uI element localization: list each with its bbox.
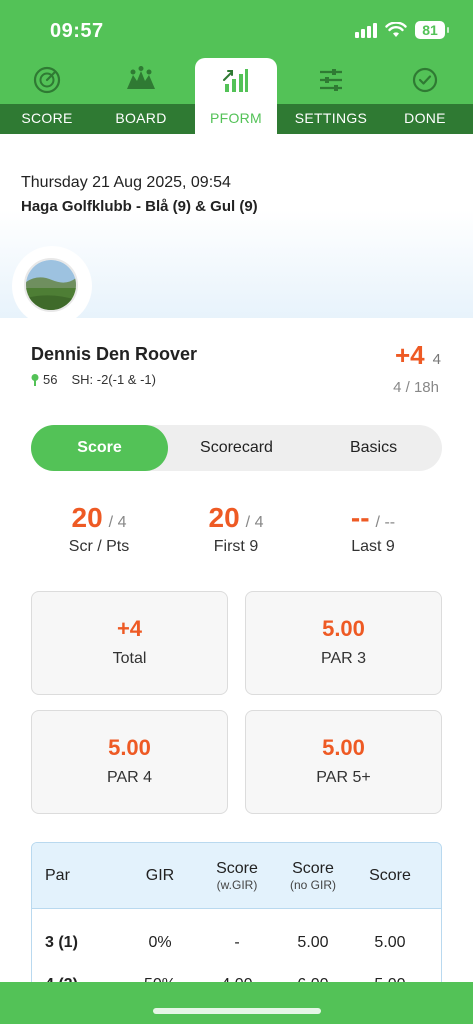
- player-name: Dennis Den Roover: [31, 344, 198, 364]
- round-date: Thursday 21 Aug 2025, 09:54: [21, 174, 231, 191]
- player-total: +4 4: [395, 340, 441, 371]
- tab-board[interactable]: BOARD: [95, 58, 187, 134]
- header-label: GIR: [145, 867, 175, 884]
- cellular-signal-icon: [355, 22, 377, 38]
- card-par-3: 5.00 PAR 3: [245, 591, 442, 695]
- cell-gir: 0%: [148, 934, 172, 951]
- tab-done[interactable]: DONE: [379, 58, 471, 134]
- tab-pform-label: PFORM: [209, 110, 263, 126]
- card-total: +4 Total: [31, 591, 228, 695]
- header-score-no-gir: Score (no GIR): [278, 843, 348, 909]
- player-score: +4: [395, 340, 425, 370]
- cell-score-no-gir: 5.00: [297, 934, 329, 951]
- card-label: PAR 4: [106, 769, 153, 786]
- table-header: Par GIR Score (w.GIR) Score (no GIR) Sco…: [32, 843, 441, 909]
- stat-value: 20: [208, 502, 240, 533]
- stat-label: Last 9: [351, 538, 395, 555]
- cell-score: 5.00: [374, 934, 406, 951]
- header-score: Score: [355, 843, 425, 909]
- card-label: PAR 5+: [316, 769, 371, 786]
- stat-value: --: [350, 502, 370, 533]
- header-sublabel: (w.GIR): [216, 878, 258, 892]
- card-value: 5.00: [322, 616, 365, 641]
- header-gir: GIR: [130, 843, 190, 909]
- stat-denominator: / 4: [108, 514, 127, 531]
- stat-label: First 9: [213, 538, 259, 555]
- performance-chart-icon: [223, 69, 248, 92]
- header-par: Par: [45, 843, 105, 909]
- status-bar: 09:57 81: [0, 0, 473, 60]
- cell-score-w-gir: -: [234, 934, 240, 951]
- holes-played: 4 / 18h: [393, 379, 439, 396]
- leaderboard-icon: [127, 66, 155, 89]
- sliders-icon: [320, 69, 342, 91]
- player-points: 4: [432, 351, 441, 368]
- header-sublabel: (no GIR): [289, 878, 336, 892]
- header-label: Score: [292, 860, 334, 877]
- tee-value: 56: [43, 372, 58, 387]
- tab-done-label: DONE: [404, 110, 446, 126]
- tab-score[interactable]: SCORE: [1, 58, 93, 134]
- stat-last-9: -- / -- Last 9: [303, 502, 443, 556]
- tab-settings[interactable]: SETTINGS: [285, 58, 377, 134]
- stat-value: 20: [71, 502, 103, 533]
- app-header: 09:57 81 SCORE BOARD PFORM SETTINGS DONE: [0, 0, 473, 134]
- course-landscape-icon: [26, 260, 76, 310]
- header-label: Score: [369, 867, 411, 884]
- golf-tee-icon: [31, 373, 39, 386]
- status-icons: 81: [355, 21, 449, 39]
- card-value: 5.00: [108, 735, 151, 760]
- view-segment-control: Score Scorecard Basics: [31, 425, 442, 471]
- round-course: Haga Golfklubb - Blå (9) & Gul (9): [21, 198, 258, 215]
- header-score-w-gir: Score (w.GIR): [202, 843, 272, 909]
- card-value: +4: [116, 616, 143, 641]
- player-meta: 56 SH: -2(-1 & -1): [31, 372, 156, 387]
- card-par-5-plus: 5.00 PAR 5+: [245, 710, 442, 814]
- tab-board-label: BOARD: [115, 110, 167, 126]
- strokes-handicap: SH: -2(-1 & -1): [71, 372, 156, 387]
- check-circle-icon: [412, 67, 438, 93]
- card-value: 5.00: [322, 735, 365, 760]
- segment-score[interactable]: Score: [31, 425, 168, 471]
- stat-label: Scr / Pts: [68, 538, 130, 555]
- header-label: Score: [216, 860, 258, 877]
- status-time: 09:57: [50, 20, 104, 42]
- header-label: Par: [45, 867, 70, 884]
- table-row: 3 (1) 0% - 5.00 5.00: [32, 922, 441, 964]
- wifi-icon: [385, 22, 407, 37]
- stat-first-9: 20 / 4 First 9: [166, 502, 306, 556]
- stat-scr-pts: 20 / 4 Scr / Pts: [29, 502, 169, 556]
- card-label: Total: [112, 650, 147, 667]
- tab-pform[interactable]: PFORM: [195, 58, 277, 134]
- bottom-bar: [0, 982, 473, 1024]
- stat-denominator: / --: [375, 514, 396, 531]
- segment-basics[interactable]: Basics: [305, 425, 442, 471]
- segment-scorecard[interactable]: Scorecard: [168, 425, 305, 471]
- cell-par: 3 (1): [45, 934, 78, 951]
- par-stats-table: Par GIR Score (w.GIR) Score (no GIR) Sco…: [31, 842, 442, 992]
- tab-bar: SCORE BOARD PFORM SETTINGS DONE: [0, 58, 473, 134]
- card-label: PAR 3: [320, 650, 367, 667]
- home-indicator[interactable]: [153, 1008, 321, 1014]
- tab-settings-label: SETTINGS: [294, 110, 368, 126]
- tab-score-label: SCORE: [21, 110, 73, 126]
- card-par-4: 5.00 PAR 4: [31, 710, 228, 814]
- score-gauge-icon: [33, 66, 61, 94]
- avatar[interactable]: [24, 258, 78, 312]
- stat-denominator: / 4: [245, 514, 264, 531]
- battery-icon: 81: [415, 21, 449, 39]
